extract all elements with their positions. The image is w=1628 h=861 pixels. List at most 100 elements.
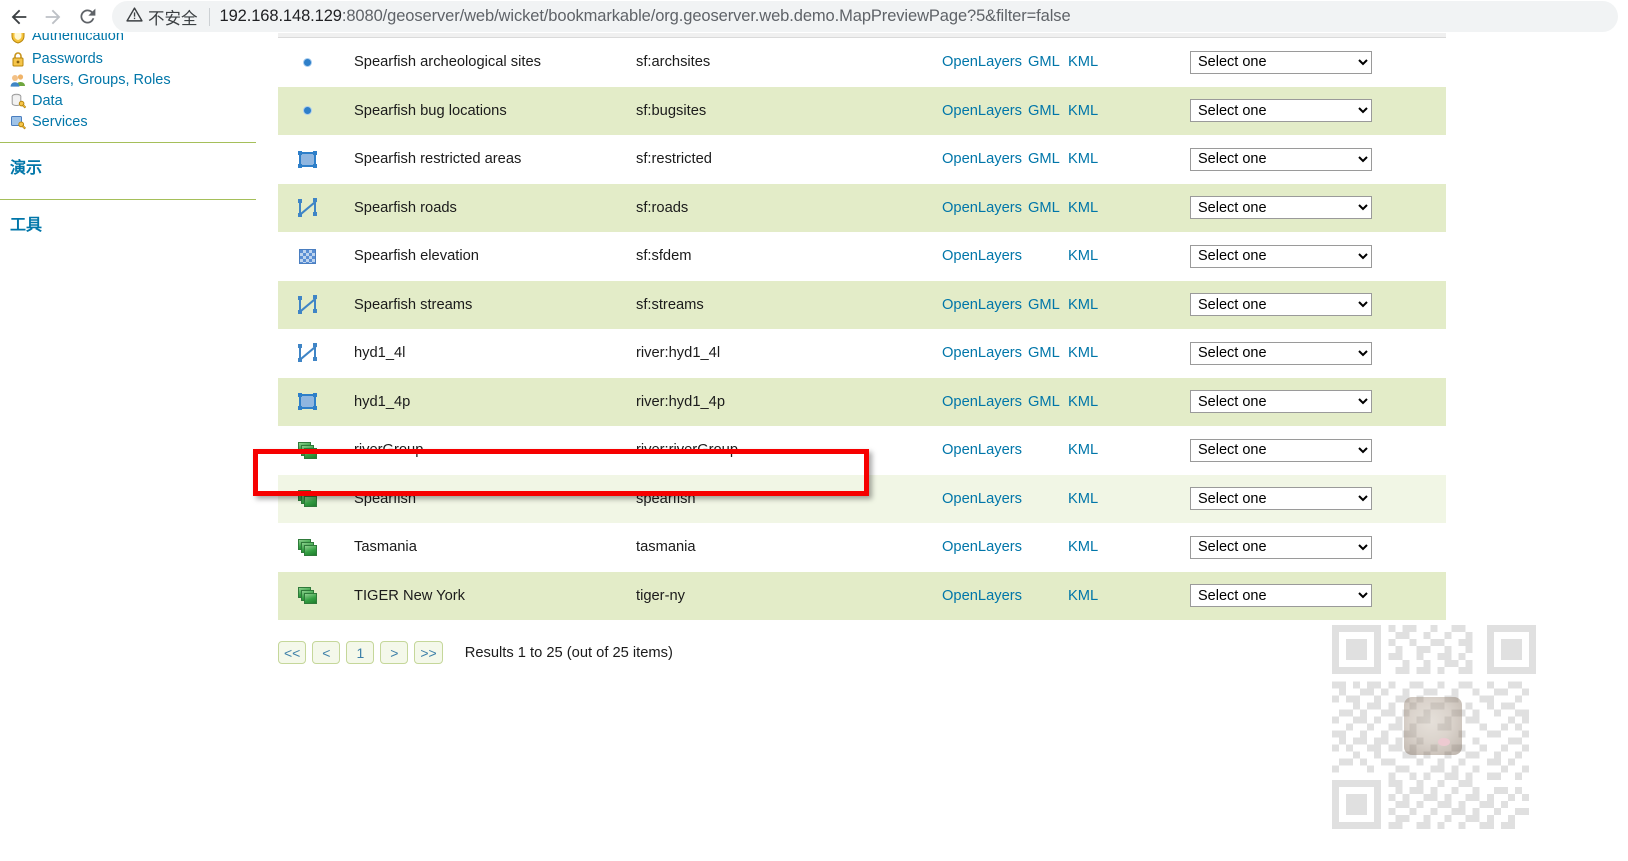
gml-link[interactable]: GML bbox=[1028, 345, 1068, 361]
openlayers-link[interactable]: OpenLayers bbox=[942, 151, 1028, 167]
sidebar-section-title[interactable]: 演示 bbox=[0, 154, 256, 189]
openlayers-link[interactable]: OpenLayers bbox=[942, 345, 1028, 361]
page-number-1[interactable]: 1 bbox=[346, 641, 375, 664]
layer-title: Spearfish bug locations bbox=[354, 102, 507, 119]
layer-title-cell: Spearfish roads bbox=[336, 199, 636, 217]
services-key-icon bbox=[10, 114, 32, 130]
line-layer-icon bbox=[297, 294, 317, 314]
sidebar-item-authentication[interactable]: Authentication bbox=[0, 33, 256, 48]
openlayers-link[interactable]: OpenLayers bbox=[942, 491, 1028, 507]
table-row[interactable]: TIGER New York tiger-ny OpenLayers KML S… bbox=[278, 571, 1446, 620]
openlayers-link[interactable]: OpenLayers bbox=[942, 394, 1028, 410]
kml-link[interactable]: KML bbox=[1068, 539, 1098, 555]
gml-link[interactable]: GML bbox=[1028, 200, 1068, 216]
table-row[interactable]: Spearfish restricted areas sf:restricted… bbox=[278, 135, 1446, 184]
format-links-cell: OpenLayers GML KML bbox=[936, 200, 1156, 216]
format-select[interactable]: Select one bbox=[1190, 438, 1372, 462]
format-links-cell: OpenLayers KML bbox=[936, 491, 1156, 507]
polygon-layer-icon bbox=[297, 393, 317, 411]
point-layer-icon bbox=[303, 58, 311, 66]
table-row[interactable]: Spearfish spearfish OpenLayers KML Selec… bbox=[278, 474, 1446, 523]
sidebar-item-passwords[interactable]: Passwords bbox=[0, 48, 256, 69]
format-select-cell: Select one bbox=[1156, 50, 1446, 74]
format-select[interactable]: Select one bbox=[1190, 50, 1372, 74]
reload-button[interactable] bbox=[70, 2, 104, 32]
forward-button[interactable] bbox=[36, 2, 70, 32]
openlayers-link[interactable]: OpenLayers bbox=[942, 588, 1028, 604]
gml-link[interactable]: GML bbox=[1028, 103, 1068, 119]
kml-link[interactable]: KML bbox=[1068, 491, 1098, 507]
format-select[interactable]: Select one bbox=[1190, 487, 1372, 511]
table-row[interactable]: Tasmania tasmania OpenLayers KML Select … bbox=[278, 523, 1446, 572]
format-select[interactable]: Select one bbox=[1190, 584, 1372, 608]
back-button[interactable] bbox=[2, 2, 36, 32]
openlayers-link[interactable]: OpenLayers bbox=[942, 54, 1028, 70]
sidebar-item-users-groups-roles[interactable]: Users, Groups, Roles bbox=[0, 69, 256, 90]
gml-link[interactable]: GML bbox=[1028, 394, 1068, 410]
gml-link[interactable]: GML bbox=[1028, 151, 1068, 167]
table-row[interactable]: hyd1_4p river:hyd1_4p OpenLayers GML KML… bbox=[278, 377, 1446, 426]
sidebar-section-title[interactable]: 工具 bbox=[0, 211, 256, 246]
group-layer-icon bbox=[297, 587, 317, 605]
layer-type-cell bbox=[278, 538, 336, 556]
openlayers-link[interactable]: OpenLayers bbox=[942, 442, 1028, 458]
format-select[interactable]: Select one bbox=[1190, 147, 1372, 171]
kml-link[interactable]: KML bbox=[1068, 151, 1098, 167]
layer-type-cell bbox=[278, 197, 336, 217]
format-select[interactable]: Select one bbox=[1190, 535, 1372, 559]
table-row[interactable]: Spearfish elevation sf:sfdem OpenLayers … bbox=[278, 232, 1446, 281]
format-select[interactable]: Select one bbox=[1190, 293, 1372, 317]
kml-link[interactable]: KML bbox=[1068, 394, 1098, 410]
pagination: << < 1 > >> Results 1 to 25 (out of 25 i… bbox=[278, 641, 673, 664]
table-row-rivergroup[interactable]: riverGroup river:riverGroup OpenLayers K… bbox=[278, 426, 1446, 475]
table-row[interactable]: hyd1_4l river:hyd1_4l OpenLayers GML KML… bbox=[278, 329, 1446, 378]
layer-title: hyd1_4p bbox=[354, 393, 411, 410]
kml-link[interactable]: KML bbox=[1068, 442, 1098, 458]
security-warning-badge[interactable]: 不安全 bbox=[126, 5, 198, 29]
format-select-cell: Select one bbox=[1156, 99, 1446, 123]
openlayers-link[interactable]: OpenLayers bbox=[942, 297, 1028, 313]
format-select[interactable]: Select one bbox=[1190, 390, 1372, 414]
table-row[interactable]: Spearfish streams sf:streams OpenLayers … bbox=[278, 280, 1446, 329]
kml-link[interactable]: KML bbox=[1068, 297, 1098, 313]
kml-link[interactable]: KML bbox=[1068, 103, 1098, 119]
format-select[interactable]: Select one bbox=[1190, 99, 1372, 123]
kml-link[interactable]: KML bbox=[1068, 54, 1098, 70]
address-bar[interactable]: 不安全 192.168.148.129:8080/geoserver/web/w… bbox=[112, 1, 1618, 32]
page-next-button[interactable]: > bbox=[380, 641, 409, 664]
kml-link[interactable]: KML bbox=[1068, 200, 1098, 216]
table-row[interactable]: Spearfish bug locations sf:bugsites Open… bbox=[278, 86, 1446, 135]
layer-name-cell: sf:bugsites bbox=[636, 102, 936, 120]
openlayers-link[interactable]: OpenLayers bbox=[942, 103, 1028, 119]
sidebar-item-label: Authentication bbox=[32, 33, 124, 44]
format-select[interactable]: Select one bbox=[1190, 341, 1372, 365]
layer-name-cell: tiger-ny bbox=[636, 587, 936, 605]
group-layer-icon bbox=[297, 538, 317, 556]
layer-type-cell bbox=[278, 58, 336, 66]
format-select-cell: Select one bbox=[1156, 244, 1446, 268]
table-row[interactable]: Spearfish archeological sites sf:archsit… bbox=[278, 38, 1446, 87]
layer-name: river:hyd1_4p bbox=[636, 393, 725, 410]
layer-type-cell bbox=[278, 107, 336, 115]
gml-link[interactable]: GML bbox=[1028, 54, 1068, 70]
sidebar-item-services[interactable]: Services bbox=[0, 111, 256, 132]
sidebar-item-data[interactable]: Data bbox=[0, 90, 256, 111]
gml-link[interactable]: GML bbox=[1028, 297, 1068, 313]
page-last-button[interactable]: >> bbox=[414, 641, 443, 664]
openlayers-link[interactable]: OpenLayers bbox=[942, 200, 1028, 216]
page-prev-button[interactable]: < bbox=[312, 641, 341, 664]
layer-name: river:riverGroup bbox=[636, 442, 739, 459]
browser-toolbar: 不安全 192.168.148.129:8080/geoserver/web/w… bbox=[0, 0, 1628, 33]
openlayers-link[interactable]: OpenLayers bbox=[942, 248, 1028, 264]
kml-link[interactable]: KML bbox=[1068, 248, 1098, 264]
format-select[interactable]: Select one bbox=[1190, 244, 1372, 268]
format-select[interactable]: Select one bbox=[1190, 196, 1372, 220]
kml-link[interactable]: KML bbox=[1068, 345, 1098, 361]
database-key-icon bbox=[10, 93, 32, 109]
table-row[interactable]: Spearfish roads sf:roads OpenLayers GML … bbox=[278, 183, 1446, 232]
page-first-button[interactable]: << bbox=[278, 641, 307, 664]
layer-title: Spearfish elevation bbox=[354, 248, 479, 265]
kml-link[interactable]: KML bbox=[1068, 588, 1098, 604]
group-layer-icon bbox=[297, 441, 317, 459]
openlayers-link[interactable]: OpenLayers bbox=[942, 539, 1028, 555]
